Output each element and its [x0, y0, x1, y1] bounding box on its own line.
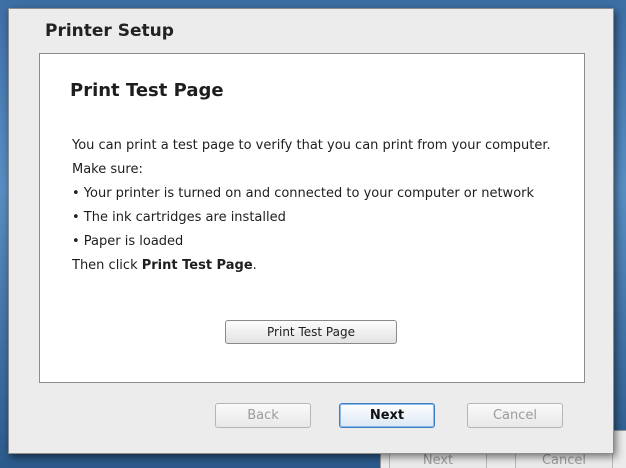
cancel-button[interactable]: Cancel [467, 403, 563, 428]
then-click-text: Then click Print Test Page. [72, 254, 551, 278]
panel-heading: Print Test Page [70, 80, 224, 101]
checklist-item: • The ink cartridges are installed [72, 210, 286, 225]
dialog-title: Printer Setup [45, 21, 174, 41]
print-test-page-button[interactable]: Print Test Page [225, 320, 397, 344]
checklist-item: • Paper is loaded [72, 234, 184, 249]
back-button[interactable]: Back [215, 403, 311, 428]
checklist-item: • Your printer is turned on and connecte… [72, 186, 535, 201]
then-click-bold: Print Test Page [141, 258, 253, 273]
content-panel: Print Test Page You can print a test pag… [39, 53, 585, 383]
instructions: You can print a test page to verify that… [72, 134, 551, 278]
intro-text: You can print a test page to verify that… [72, 138, 551, 153]
then-click-suffix: . [252, 258, 257, 273]
next-button[interactable]: Next [339, 403, 435, 428]
make-sure-text: Make sure: [72, 162, 143, 177]
printer-setup-dialog: Printer Setup Print Test Page You can pr… [8, 8, 614, 454]
then-click-prefix: Then click [72, 258, 142, 273]
